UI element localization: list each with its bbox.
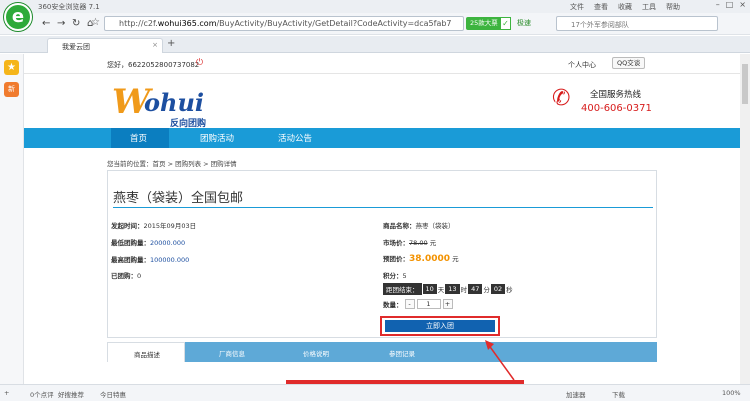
tab-price-notes[interactable]: 价格说明 <box>303 348 329 358</box>
search-input[interactable]: 17个外军参阅部队 <box>556 16 718 31</box>
back-arrow-icon[interactable]: ← <box>42 18 50 29</box>
tab-bar: 我爱云团 × + <box>0 36 750 53</box>
qty-plus-button[interactable]: + <box>442 299 453 309</box>
user-center-link[interactable]: 个人中心 <box>568 60 596 70</box>
qty-input[interactable]: 1 <box>416 299 441 309</box>
site-top-bar: 您好，6622052800737082 ⏻ 个人中心 QQ交谈 <box>24 54 740 74</box>
browser-title-bar: 360安全浏览器 7.1 文件 查看 收藏 工具 帮助 – □ × <box>0 0 750 13</box>
product-tabs: 商品描述 厂商信息 价格说明 参团记录 <box>107 342 657 362</box>
sidebar-add-icon[interactable]: + <box>4 389 9 397</box>
title-divider <box>113 207 653 208</box>
menu-tools[interactable]: 工具 <box>642 2 656 12</box>
promo-badge[interactable]: 25款大票 <box>466 17 502 30</box>
hotline-number: 400-606-0371 <box>581 103 652 114</box>
status-today-deals[interactable]: 今日特惠 <box>100 389 126 399</box>
product-panel: 燕枣（袋装）全国包邮 发起时间：2015年09月03日 最低团购量：20000.… <box>107 170 657 338</box>
new-tab-icon[interactable]: + <box>167 38 175 49</box>
annotation-arrow-icon <box>485 340 515 381</box>
nav-announcements[interactable]: 活动公告 <box>278 132 312 144</box>
forward-arrow-icon[interactable]: → <box>57 18 65 29</box>
browser-menu: 文件 查看 收藏 工具 帮助 <box>570 2 680 12</box>
countdown: 距团结束： 10 天 13 时 47 分 02 秒 <box>383 283 513 295</box>
tab-current[interactable]: 我爱云团 × <box>47 38 163 53</box>
qty-minus-button[interactable]: - <box>404 299 415 309</box>
url-text: http://c2f.wohui365.com/BuyActivity/BuyA… <box>119 19 452 28</box>
points-row: 积分：5 <box>383 272 407 280</box>
welcome-text: 您好，6622052800737082 <box>107 61 200 69</box>
nav-group-activities[interactable]: 团购活动 <box>200 132 234 144</box>
joined-row: 已团购：0 <box>111 272 142 280</box>
status-accelerator[interactable]: 加速器 <box>566 389 586 399</box>
qq-chat-button[interactable]: QQ交谈 <box>612 57 646 69</box>
tab-description[interactable]: 商品描述 <box>107 342 185 362</box>
join-highlight-box: 立即入团 <box>380 316 500 336</box>
status-comments[interactable]: 0个点评 <box>30 389 54 399</box>
news-icon[interactable]: 新 <box>4 82 19 97</box>
hotline-title: 全国服务热线 <box>590 90 642 100</box>
status-recommend[interactable]: 好搜推荐 <box>58 389 84 399</box>
logout-power-icon[interactable]: ⏻ <box>196 58 203 68</box>
product-name-row: 商品名称：燕枣（袋装） <box>383 222 455 230</box>
group-price-row: 预团价：38.0000 元 <box>383 254 459 264</box>
breadcrumb: 您当前的位置：首页 > 团购列表 > 团购详情 <box>107 160 237 168</box>
minimize-icon[interactable]: – <box>716 0 720 9</box>
menu-help[interactable]: 帮助 <box>666 2 680 12</box>
browser-toolbar: ← → ↻ ⌂ ☆ http://c2f.wohui365.com/BuyAct… <box>0 13 750 35</box>
status-zoom[interactable]: 100% <box>722 389 741 397</box>
browser-mode[interactable]: 极速 <box>517 18 531 28</box>
refresh-icon[interactable]: ↻ <box>72 18 80 29</box>
menu-view[interactable]: 查看 <box>594 2 608 12</box>
close-icon[interactable]: × <box>739 0 746 9</box>
product-title: 燕枣（袋装）全国包邮 <box>113 191 244 206</box>
join-group-button[interactable]: 立即入团 <box>385 320 495 332</box>
maximize-icon[interactable]: □ <box>726 0 734 9</box>
tab-vendor-info[interactable]: 厂商信息 <box>219 348 245 358</box>
max-qty-row: 最高团购量：100000.000 <box>111 256 190 264</box>
favorite-star-icon[interactable]: ☆ <box>91 17 100 28</box>
status-bar: + 0个点评 好搜推荐 今日特惠 加速器 下载 100% <box>0 384 750 401</box>
browser-sidebar: ★ 新 <box>0 54 24 384</box>
start-time-row: 发起时间：2015年09月03日 <box>111 222 197 230</box>
tab-join-records[interactable]: 参团记录 <box>389 348 415 358</box>
scroll-thumb[interactable] <box>742 64 748 104</box>
window-controls: – □ × <box>716 0 746 9</box>
market-price-row: 市场价：78.00 元 <box>383 239 437 247</box>
tab-close-icon[interactable]: × <box>152 41 158 49</box>
phone-icon: ✆ <box>552 86 571 111</box>
vertical-scrollbar[interactable] <box>740 54 750 384</box>
shield-icon[interactable]: ✓ <box>500 17 511 30</box>
address-bar[interactable]: ☆ http://c2f.wohui365.com/BuyActivity/Bu… <box>91 16 464 31</box>
browser-logo-icon[interactable]: e <box>4 3 32 31</box>
status-download[interactable]: 下载 <box>612 389 625 399</box>
web-page: 您好，6622052800737082 ⏻ 个人中心 QQ交谈 W ohui 反… <box>24 54 740 384</box>
menu-file[interactable]: 文件 <box>570 2 584 12</box>
min-qty-row: 最低团购量：20000.000 <box>111 239 186 247</box>
app-title: 360安全浏览器 7.1 <box>38 3 100 11</box>
quantity-stepper: 数量： - 1 + <box>383 299 453 309</box>
favorites-star-icon[interactable]: ★ <box>4 60 19 75</box>
nav-home[interactable]: 首页 <box>130 132 147 144</box>
menu-favorites[interactable]: 收藏 <box>618 2 632 12</box>
main-navigation: 首页 团购活动 活动公告 <box>24 128 740 148</box>
